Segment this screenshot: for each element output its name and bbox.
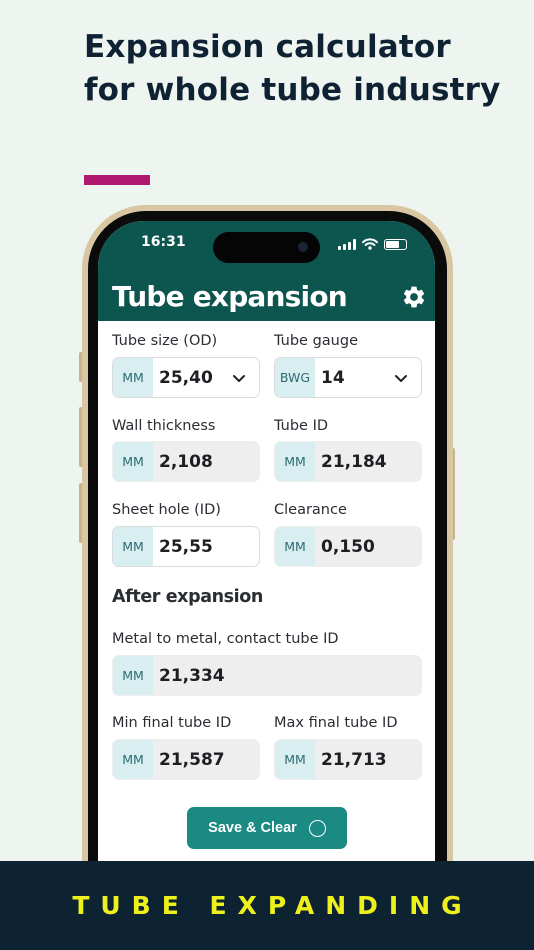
- max-final-label: Max final tube ID: [274, 715, 398, 731]
- tube-gauge-value: 14: [321, 367, 345, 388]
- wall-thickness-field: MM 2,108: [112, 441, 260, 482]
- unit-badge: MM: [275, 740, 315, 779]
- wall-thickness-label: Wall thickness: [112, 418, 216, 434]
- unit-badge: MM: [113, 527, 153, 566]
- tube-size-value: 25,40: [159, 367, 213, 388]
- sheet-hole-value[interactable]: 25,55: [153, 537, 259, 557]
- chevron-down-icon: [395, 374, 407, 382]
- circle-icon: [308, 819, 326, 837]
- unit-badge: MM: [113, 740, 153, 779]
- min-final-value: 21,587: [159, 749, 225, 770]
- max-final-value: 21,713: [321, 749, 387, 770]
- app-header: 16:31 Tube expansion: [98, 221, 435, 321]
- metal-to-metal-field: MM 21,334: [112, 655, 422, 696]
- dynamic-island: [213, 232, 320, 263]
- tube-id-field: MM 21,184: [274, 441, 422, 482]
- after-expansion-heading: After expansion: [112, 587, 263, 607]
- status-time: 16:31: [141, 234, 186, 250]
- sheet-hole-input[interactable]: MM 25,55: [112, 526, 260, 567]
- battery-icon: [384, 238, 407, 250]
- tube-gauge-select[interactable]: BWG 14: [274, 357, 422, 398]
- min-final-field: MM 21,587: [112, 739, 260, 780]
- gear-icon[interactable]: [401, 284, 427, 310]
- footer-banner: TUBE EXPANDING: [0, 861, 534, 950]
- clearance-field: MM 0,150: [274, 526, 422, 567]
- tube-size-select[interactable]: MM 25,40: [112, 357, 260, 398]
- unit-badge: MM: [275, 527, 315, 566]
- tube-gauge-label: Tube gauge: [274, 333, 358, 349]
- save-clear-label: Save & Clear: [208, 820, 297, 836]
- min-final-label: Min final tube ID: [112, 715, 232, 731]
- phone-frame: 16:31 Tube expansion Tube size (OD) MM 2…: [82, 205, 453, 925]
- save-clear-button[interactable]: Save & Clear: [187, 807, 347, 849]
- clearance-label: Clearance: [274, 502, 347, 518]
- signal-icon: [338, 238, 356, 250]
- app-title: Tube expansion: [112, 280, 348, 313]
- tube-size-label: Tube size (OD): [112, 333, 218, 349]
- tube-id-value: 21,184: [321, 451, 387, 472]
- sheet-hole-label: Sheet hole (ID): [112, 502, 221, 518]
- headline: Expansion calculator for whole tube indu…: [84, 29, 501, 108]
- unit-badge: MM: [113, 442, 153, 481]
- tube-id-label: Tube ID: [274, 418, 329, 434]
- clearance-value: 0,150: [321, 536, 375, 557]
- unit-badge: MM: [275, 442, 315, 481]
- wifi-icon: [362, 238, 378, 250]
- footer-title: TUBE EXPANDING: [72, 891, 473, 920]
- camera-icon: [298, 242, 308, 252]
- app-screen: 16:31 Tube expansion Tube size (OD) MM 2…: [98, 221, 435, 921]
- unit-badge: MM: [113, 358, 153, 397]
- wall-thickness-value: 2,108: [159, 451, 213, 472]
- unit-badge: BWG: [275, 358, 315, 397]
- accent-bar: [84, 175, 150, 185]
- chevron-down-icon: [233, 374, 245, 382]
- metal-to-metal-value: 21,334: [159, 665, 225, 686]
- max-final-field: MM 21,713: [274, 739, 422, 780]
- status-icons: [338, 238, 407, 250]
- metal-to-metal-label: Metal to metal, contact tube ID: [112, 631, 339, 647]
- unit-badge: MM: [113, 656, 153, 695]
